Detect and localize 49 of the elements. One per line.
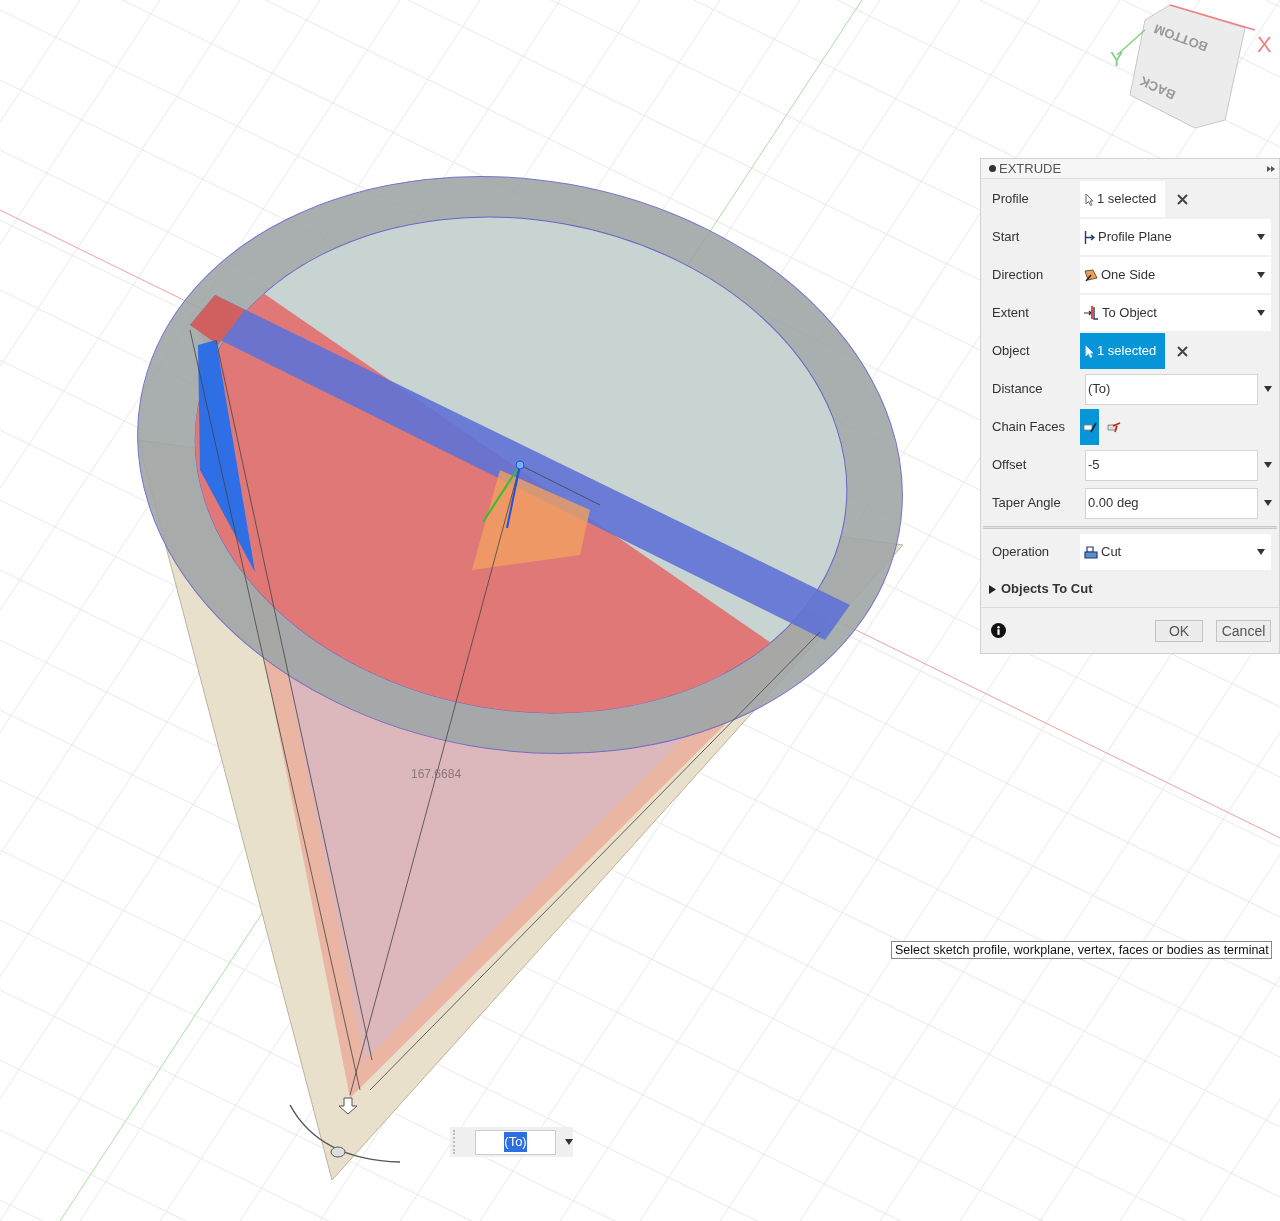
field-label: Operation — [992, 543, 1051, 562]
expand-icon[interactable] — [1267, 165, 1275, 172]
field-label: Start — [992, 228, 1021, 247]
triangle-icon — [989, 584, 996, 594]
axis-label: Y — [1110, 47, 1124, 72]
input-field[interactable]: 0.00 deg — [1085, 487, 1258, 519]
cut-icon — [1084, 545, 1098, 559]
caret-icon — [1257, 272, 1265, 278]
caret-icon — [1264, 462, 1272, 468]
caret-icon — [1257, 234, 1265, 240]
field-label: Offset — [992, 456, 1028, 475]
selection-button[interactable]: 1 selected — [1080, 181, 1165, 217]
dot-icon — [989, 165, 996, 172]
caret-icon — [1257, 549, 1265, 555]
tooltip: Select sketch profile, workplane, vertex, faces or bodies as terminat — [891, 941, 1272, 959]
chain-faces-toggle[interactable] — [1080, 409, 1099, 445]
field-label: Direction — [992, 266, 1045, 285]
caret-icon — [565, 1139, 573, 1145]
chain-faces-icon — [1082, 421, 1097, 433]
input-field[interactable]: -5 — [1085, 449, 1258, 481]
field-label: Profile — [992, 190, 1030, 209]
field-label: Extent — [992, 304, 1030, 323]
pointer-icon — [1085, 344, 1094, 358]
clear-icon[interactable] — [1177, 193, 1188, 205]
one-side-icon — [1084, 268, 1098, 282]
chain-faces-icon — [1106, 421, 1121, 433]
dropdown-field[interactable]: One Side — [1080, 257, 1271, 293]
caret-icon — [1264, 500, 1272, 506]
info-icon[interactable] — [991, 623, 1006, 638]
input-field[interactable]: (To) — [1085, 373, 1258, 405]
caret-icon — [1257, 310, 1265, 316]
dropdown-field[interactable]: Profile Plane — [1080, 219, 1271, 255]
field-label: Object — [992, 342, 1031, 361]
dialog-button[interactable]: Cancel — [1216, 619, 1271, 642]
axis-label: X — [1257, 31, 1272, 59]
to-object-icon — [1084, 306, 1099, 320]
field-label: Distance — [992, 380, 1044, 399]
dialog-button[interactable]: OK — [1155, 619, 1203, 642]
field-label: Chain Faces — [992, 418, 1066, 437]
caret-icon — [1264, 386, 1272, 392]
profile-plane-icon — [1084, 230, 1095, 244]
dropdown-field[interactable]: Cut — [1080, 534, 1271, 570]
panel-title: EXTRUDE — [999, 159, 1063, 178]
dropdown-field[interactable]: To Object — [1080, 295, 1271, 331]
pointer-icon — [1085, 192, 1094, 206]
section-toggle[interactable]: Objects To Cut — [981, 571, 1093, 607]
distance-input-field[interactable]: (To) — [475, 1129, 556, 1155]
field-label: Taper Angle — [992, 494, 1062, 513]
clear-icon[interactable] — [1177, 345, 1188, 357]
